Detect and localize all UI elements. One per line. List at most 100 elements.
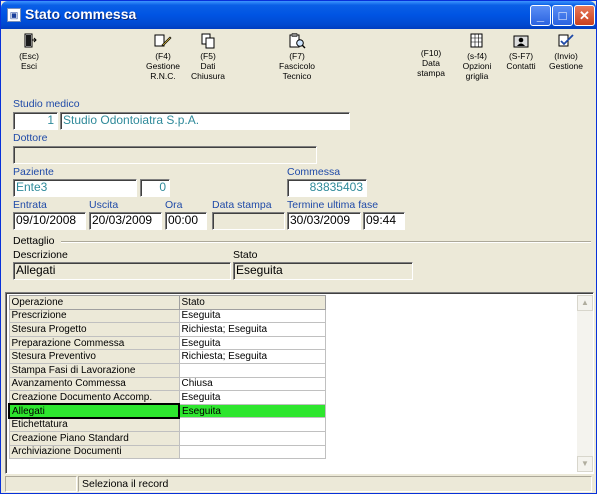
exit-door-icon bbox=[24, 33, 37, 48]
minimize-button[interactable]: _ bbox=[530, 5, 551, 26]
esc-label: Esci bbox=[20, 61, 38, 71]
cell-stato[interactable]: Eseguita bbox=[178, 308, 326, 324]
header-operazione[interactable]: Operazione bbox=[8, 295, 180, 310]
pencil-edit-icon bbox=[154, 34, 172, 47]
f4-key: (F4) bbox=[155, 51, 171, 61]
table-row[interactable]: Avanzamento Commessa Chiusa bbox=[8, 376, 326, 392]
table-row[interactable]: Archiviazione Documenti bbox=[8, 444, 326, 460]
data-stampa-label: Data stampa bbox=[212, 199, 272, 211]
cell-operazione[interactable]: Preparazione Commessa bbox=[8, 335, 180, 351]
scroll-down-arrow-icon[interactable]: ▼ bbox=[577, 456, 593, 472]
stato-field[interactable]: Eseguita bbox=[233, 262, 413, 280]
table-row[interactable]: Stesura Preventivo Richiesta; Eseguita bbox=[8, 349, 326, 364]
maximize-button[interactable]: □ bbox=[552, 5, 573, 26]
table-row[interactable]: Creazione Piano Standard bbox=[8, 430, 326, 446]
operazioni-table[interactable]: Operazione Stato Prescrizione Eseguita St… bbox=[8, 295, 326, 460]
cell-stato[interactable]: Richiesta; Eseguita bbox=[178, 322, 326, 337]
stato-commessa-window: ▣ Stato commessa _ □ ✕ (Esc) Esci (F4) G… bbox=[0, 0, 597, 494]
cell-operazione[interactable]: Prescrizione bbox=[8, 308, 180, 324]
termine-label: Termine ultima fase bbox=[287, 199, 379, 211]
cell-stato[interactable]: Richiesta; Eseguita bbox=[178, 349, 326, 364]
scroll-up-arrow-icon[interactable]: ▲ bbox=[577, 295, 593, 311]
cell-stato[interactable]: Eseguita bbox=[178, 335, 326, 351]
entrata-label: Entrata bbox=[13, 199, 47, 211]
ora-field[interactable]: 00:00 bbox=[165, 212, 207, 230]
descrizione-field[interactable]: Allegati bbox=[13, 262, 231, 280]
table-row[interactable]: Stesura Progetto Richiesta; Eseguita bbox=[8, 322, 326, 337]
table-row[interactable]: Prescrizione Eseguita bbox=[8, 308, 326, 324]
data-stampa-field[interactable] bbox=[212, 212, 285, 230]
cell-operazione[interactable]: Stesura Progetto bbox=[8, 322, 180, 337]
status-bar: Seleziona il record bbox=[5, 476, 594, 493]
cell-operazione[interactable]: Avanzamento Commessa bbox=[8, 376, 180, 392]
studio-name-field[interactable]: Studio Odontoiatra S.p.A. bbox=[60, 112, 350, 130]
f5-label: Dati Chiusura bbox=[190, 61, 226, 81]
cell-operazione[interactable]: Archiviazione Documenti bbox=[8, 444, 180, 460]
entrata-field[interactable]: 09/10/2008 bbox=[13, 212, 86, 230]
copy-documents-icon bbox=[201, 33, 215, 49]
app-icon: ▣ bbox=[7, 8, 21, 22]
uscita-label: Uscita bbox=[89, 199, 119, 211]
cell-stato[interactable] bbox=[178, 430, 326, 446]
esc-key: (Esc) bbox=[19, 51, 39, 61]
grid-options-icon bbox=[470, 33, 483, 48]
table-row[interactable]: Etichettatura bbox=[8, 417, 326, 432]
invio-button[interactable]: (Invio) Gestione bbox=[544, 30, 588, 71]
termine-data-field[interactable]: 30/03/2009 bbox=[287, 212, 361, 230]
cell-operazione[interactable]: Stesura Preventivo bbox=[8, 349, 180, 364]
f5-button[interactable]: (F5) Dati Chiusura bbox=[188, 30, 228, 81]
dettaglio-divider bbox=[61, 241, 591, 243]
cell-stato[interactable]: Eseguita bbox=[178, 403, 326, 419]
cell-operazione[interactable]: Creazione Piano Standard bbox=[8, 430, 180, 446]
sf4-key: (s-f4) bbox=[467, 51, 487, 61]
descrizione-label: Descrizione bbox=[13, 249, 68, 261]
f4-button[interactable]: (F4) Gestione R.N.C. bbox=[140, 30, 186, 81]
table-row[interactable]: Creazione Documento Accomp. Eseguita bbox=[8, 390, 326, 405]
stato-label: Stato bbox=[233, 249, 258, 261]
studio-code-field[interactable]: 1 bbox=[13, 112, 58, 130]
close-button[interactable]: ✕ bbox=[574, 5, 595, 26]
status-cell-left bbox=[5, 476, 77, 492]
ora-label: Ora bbox=[165, 199, 183, 211]
uscita-field[interactable]: 20/03/2009 bbox=[89, 212, 162, 230]
table-row-selected[interactable]: Allegati Eseguita bbox=[8, 403, 326, 419]
sf4-button[interactable]: (s-f4) Opzioni griglia bbox=[454, 30, 500, 81]
commessa-label: Commessa bbox=[287, 166, 341, 178]
cell-stato[interactable] bbox=[178, 362, 326, 378]
f10-label: Data stampa bbox=[417, 58, 445, 78]
table-row[interactable]: Stampa Fasi di Lavorazione bbox=[8, 362, 326, 378]
contacts-icon bbox=[513, 35, 529, 48]
paziente-name-field[interactable]: Ente3 bbox=[13, 179, 137, 197]
sf7-button[interactable]: (S-F7) Contatti bbox=[502, 30, 540, 71]
operazioni-grid[interactable]: Operazione Stato Prescrizione Eseguita St… bbox=[5, 292, 594, 474]
f5-key: (F5) bbox=[200, 51, 216, 61]
paziente-code-field[interactable]: 0 bbox=[140, 179, 170, 197]
invio-label: Gestione bbox=[548, 61, 584, 71]
toolbar: (Esc) Esci (F4) Gestione R.N.C. (F5) Dat… bbox=[5, 30, 594, 91]
cell-stato[interactable]: Eseguita bbox=[178, 390, 326, 405]
cell-operazione[interactable]: Creazione Documento Accomp. bbox=[8, 390, 180, 405]
header-stato[interactable]: Stato bbox=[178, 295, 326, 310]
esc-button[interactable]: (Esc) Esci bbox=[7, 30, 51, 71]
commessa-field[interactable]: 83835403 bbox=[287, 179, 367, 197]
cell-operazione[interactable]: Stampa Fasi di Lavorazione bbox=[8, 362, 180, 378]
vertical-scrollbar[interactable]: ▲ ▼ bbox=[577, 295, 593, 472]
f4-label: Gestione R.N.C. bbox=[145, 61, 181, 81]
title-bar[interactable]: ▣ Stato commessa _ □ ✕ bbox=[1, 1, 596, 29]
invio-key: (Invio) bbox=[554, 51, 578, 61]
dottore-label: Dottore bbox=[13, 132, 48, 144]
table-row[interactable]: Preparazione Commessa Eseguita bbox=[8, 335, 326, 351]
cell-stato[interactable]: Chiusa bbox=[178, 376, 326, 392]
dettaglio-legend: Dettaglio bbox=[13, 235, 55, 247]
status-message: Seleziona il record bbox=[78, 476, 592, 492]
cell-stato[interactable] bbox=[178, 444, 326, 460]
cell-operazione[interactable]: Allegati bbox=[8, 403, 180, 419]
f7-button[interactable]: (F7) Fascicolo Tecnico bbox=[273, 30, 321, 81]
cell-operazione[interactable]: Etichettatura bbox=[8, 417, 180, 432]
clipboard-search-icon bbox=[289, 33, 306, 49]
cell-stato[interactable] bbox=[178, 417, 326, 432]
f10-button[interactable]: (F10) Data stampa bbox=[410, 48, 452, 78]
termine-ora-field[interactable]: 09:44 bbox=[363, 212, 405, 230]
dottore-field[interactable] bbox=[13, 146, 317, 164]
f7-key: (F7) bbox=[289, 51, 305, 61]
